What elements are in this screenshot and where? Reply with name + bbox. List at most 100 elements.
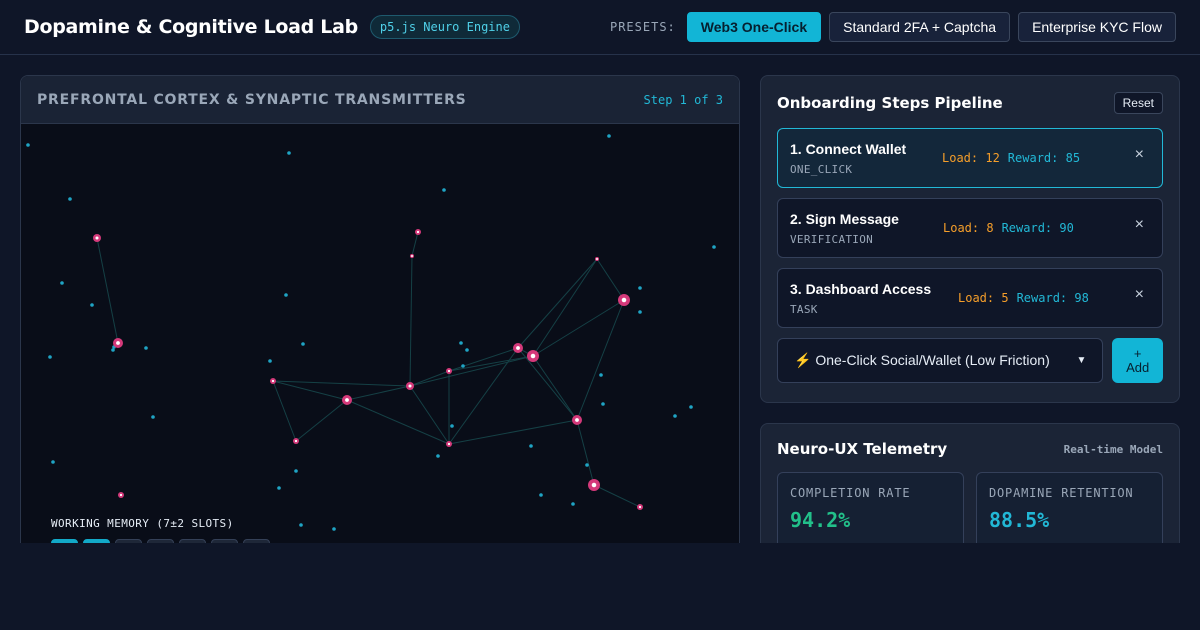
- synapse-node: [410, 254, 414, 258]
- step-reward: Reward: 90: [1001, 221, 1074, 235]
- add-step-plus: +: [1133, 345, 1142, 361]
- preset-button-web3-one-click[interactable]: Web3 One-Click: [686, 12, 822, 42]
- synapse-node: [118, 492, 124, 498]
- neurotransmitter-particle: [90, 303, 94, 307]
- app-header: Dopamine & Cognitive Load Lab p5.js Neur…: [0, 0, 1200, 55]
- neurotransmitter-particle: [638, 310, 642, 314]
- neurotransmitter-particle: [26, 143, 30, 147]
- pipeline-title: Onboarding Steps Pipeline: [777, 94, 1003, 112]
- add-step-button[interactable]: + Add: [1112, 338, 1163, 383]
- pipeline-panel: Onboarding Steps Pipeline Reset 1. Conne…: [760, 75, 1180, 403]
- metric-label: DOPAMINE RETENTION: [989, 486, 1134, 500]
- step-load: Load: 5: [958, 291, 1009, 305]
- neurotransmitter-particle: [529, 444, 533, 448]
- synapse-link: [532, 355, 578, 421]
- neurotransmitter-particle: [571, 502, 575, 506]
- synapse-node: [572, 415, 582, 425]
- working-memory-label: WORKING MEMORY (7±2 SLOTS): [51, 517, 234, 530]
- app-title: Dopamine & Cognitive Load Lab: [24, 16, 358, 38]
- step-indicator: Step 1 of 3: [643, 92, 723, 107]
- synapse-link: [272, 380, 411, 387]
- synapse-node: [446, 441, 452, 447]
- synapse-link: [517, 258, 598, 349]
- neurotransmitter-particle: [689, 405, 693, 409]
- neurotransmitter-particle: [284, 293, 288, 297]
- synapse-node: [527, 350, 539, 362]
- synapse-link: [411, 231, 419, 257]
- chevron-down-icon: ▼: [1076, 355, 1087, 366]
- remove-step-icon[interactable]: ×: [1135, 146, 1144, 164]
- synapse-node: [406, 382, 414, 390]
- synapse-link: [517, 347, 578, 421]
- metric-label: COMPLETION RATE: [790, 486, 911, 500]
- remove-step-icon[interactable]: ×: [1135, 286, 1144, 304]
- synapse-link: [409, 370, 450, 387]
- pipeline-step[interactable]: 1. Connect Wallet ONE_CLICK Load: 12 Rewa…: [777, 128, 1163, 188]
- metric-value: 88.5%: [989, 508, 1050, 532]
- neurotransmitter-particle: [442, 188, 446, 192]
- neurotransmitter-particle: [607, 134, 611, 138]
- pipeline-step[interactable]: 3. Dashboard Access TASK Load: 5 Reward: …: [777, 268, 1163, 328]
- neurotransmitter-particle: [601, 402, 605, 406]
- synapse-link: [448, 347, 519, 372]
- reset-button[interactable]: Reset: [1113, 92, 1163, 114]
- neurotransmitter-particle: [599, 373, 603, 377]
- synapse-node: [415, 229, 421, 235]
- step-load: Load: 12: [942, 151, 1000, 165]
- neurotransmitter-particle: [450, 424, 454, 428]
- add-step-label: Add: [1126, 359, 1150, 375]
- remove-step-icon[interactable]: ×: [1135, 216, 1144, 234]
- synapse-node: [618, 294, 630, 306]
- synapse-link: [596, 258, 625, 301]
- metric-value: 94.2%: [790, 508, 851, 532]
- synapse-node: [293, 438, 299, 444]
- step-reward: Reward: 85: [1007, 151, 1081, 165]
- neurotransmitter-particle: [436, 454, 440, 458]
- neurotransmitter-particle: [301, 342, 305, 346]
- neurotransmitter-particle: [268, 359, 272, 363]
- neurotransmitter-particle: [461, 364, 465, 368]
- synapse-link: [409, 355, 534, 387]
- step-type-select[interactable]: ⚡ One-Click Social/Wallet (Low Friction)…: [777, 338, 1104, 383]
- synapse-node: [93, 234, 101, 242]
- pipeline-step[interactable]: 2. Sign Message VERIFICATION Load: 8 Rewa…: [777, 198, 1163, 258]
- synapse-canvas[interactable]: [21, 124, 740, 555]
- synapse-node: [446, 368, 452, 374]
- neurotransmitter-particle: [287, 151, 291, 155]
- synapse-node: [637, 504, 643, 510]
- step-metrics: Load: 12 Reward: 85: [942, 151, 1080, 165]
- synapse-node: [113, 338, 123, 348]
- synapse-link: [272, 380, 348, 401]
- neurotransmitter-particle: [459, 341, 463, 345]
- neurotransmitter-particle: [111, 348, 115, 352]
- neurotransmitter-particle: [673, 414, 677, 418]
- synapse-link: [576, 419, 595, 486]
- neurotransmitter-particle: [277, 486, 281, 490]
- synapse-link: [295, 399, 348, 442]
- neurotransmitter-particle: [51, 460, 55, 464]
- synapse-node: [588, 479, 600, 491]
- neurotransmitter-particle: [144, 346, 148, 350]
- step-load: Load: 8: [943, 221, 994, 235]
- step-metrics: Load: 8 Reward: 90: [943, 221, 1074, 235]
- neurotransmitter-particle: [332, 527, 336, 531]
- presets-label: PRESETS:: [609, 20, 676, 34]
- engine-badge: p5.js Neuro Engine: [369, 15, 520, 39]
- neurotransmitter-particle: [299, 523, 303, 527]
- neurotransmitter-particle: [68, 197, 72, 201]
- neurotransmitter-particle: [60, 281, 64, 285]
- synapse-link: [576, 299, 625, 421]
- synapse-link: [593, 484, 641, 508]
- preset-button-standard-2fa[interactable]: Standard 2FA + Captcha: [829, 12, 1011, 42]
- neurotransmitter-particle: [539, 493, 543, 497]
- preset-button-enterprise-kyc[interactable]: Enterprise KYC Flow: [1018, 12, 1176, 42]
- page-background: [0, 543, 1200, 630]
- neurotransmitter-particle: [48, 355, 52, 359]
- brain-panel-header: PREFRONTAL CORTEX & SYNAPTIC TRANSMITTER…: [21, 76, 739, 124]
- neurotransmitter-particle: [712, 245, 716, 249]
- brain-panel: PREFRONTAL CORTEX & SYNAPTIC TRANSMITTER…: [20, 75, 740, 555]
- neurotransmitter-particle: [465, 348, 469, 352]
- neurotransmitter-particle: [151, 415, 155, 419]
- step-type-select-value: ⚡ One-Click Social/Wallet (Low Friction): [794, 352, 1050, 368]
- synapse-node: [513, 343, 523, 353]
